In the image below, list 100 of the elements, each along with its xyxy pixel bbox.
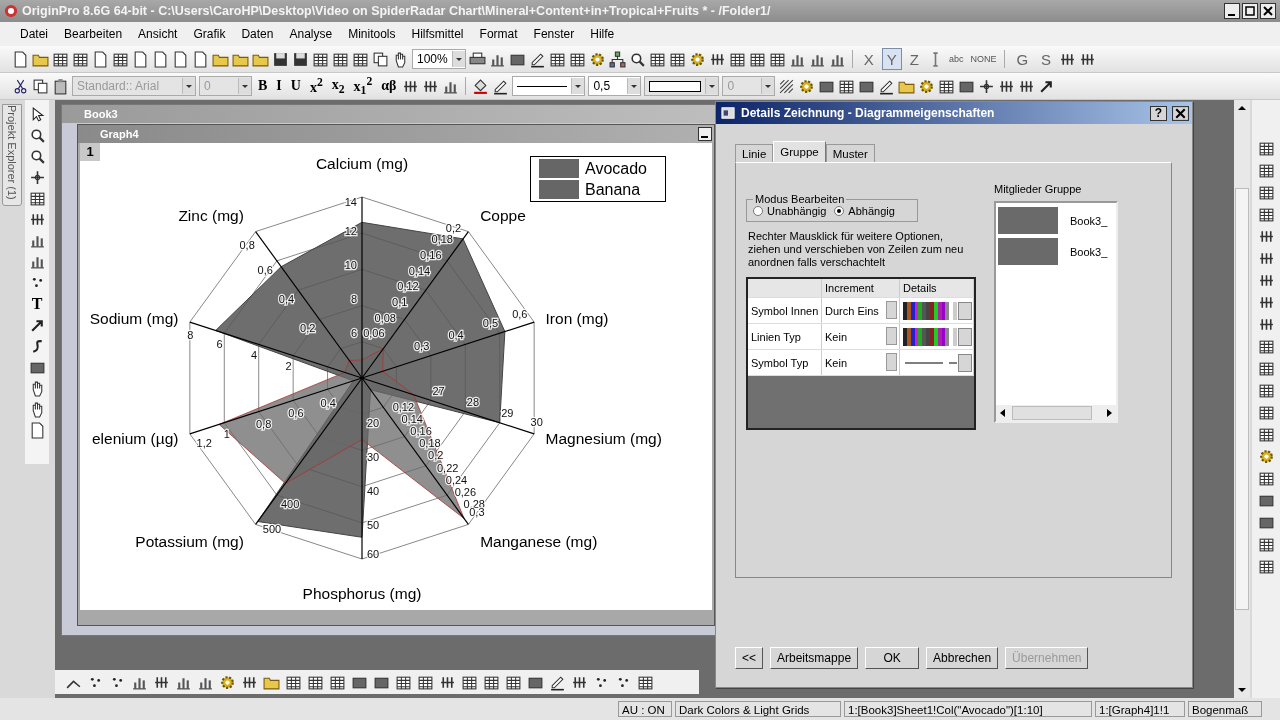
scissors-icon[interactable] <box>12 77 29 95</box>
table-icon[interactable] <box>28 190 46 207</box>
tree-icon[interactable] <box>608 50 626 68</box>
copy-icon[interactable] <box>32 77 49 95</box>
table-icon[interactable] <box>1257 184 1275 201</box>
format-button[interactable]: B <box>255 78 271 94</box>
menu-item[interactable]: Daten <box>233 27 282 41</box>
gear-icon[interactable] <box>588 50 606 68</box>
increment-dropdown[interactable]: Durch Eins <box>822 298 900 323</box>
fill-bucket-icon[interactable] <box>472 77 490 95</box>
browse-button[interactable] <box>958 301 972 320</box>
axis-button[interactable]: Y <box>881 48 902 70</box>
format-button[interactable]: x$^{2}$ <box>306 76 326 96</box>
group-button[interactable]: S <box>1036 48 1057 70</box>
text-tool[interactable]: T <box>31 295 43 313</box>
document-icon[interactable] <box>12 50 29 68</box>
dialog-button[interactable]: << <box>735 647 763 669</box>
table-icon[interactable] <box>1257 426 1275 443</box>
minimize-icon[interactable] <box>698 127 712 141</box>
bars-icon[interactable] <box>1257 316 1275 333</box>
gear-icon[interactable] <box>688 50 706 68</box>
zoom-dropdown[interactable]: 100% <box>412 49 466 69</box>
help-button[interactable]: ? <box>1150 105 1167 121</box>
radio-option[interactable]: Abhängig <box>834 205 895 217</box>
table-icon[interactable] <box>1257 558 1275 575</box>
pen-icon[interactable] <box>528 50 546 68</box>
gear-icon[interactable] <box>798 77 816 95</box>
menu-item[interactable]: Grafik <box>185 27 234 41</box>
clipboard-icon[interactable] <box>52 77 69 95</box>
table-icon[interactable] <box>1257 360 1275 377</box>
table-icon[interactable] <box>1257 338 1275 355</box>
scrollbar[interactable] <box>996 405 1116 421</box>
pen-icon[interactable] <box>878 77 896 95</box>
increment-dropdown[interactable]: Kein <box>822 324 900 349</box>
bars-icon[interactable] <box>1257 228 1275 245</box>
radio-option[interactable]: Unabhängig <box>753 205 827 217</box>
table-icon[interactable] <box>1257 140 1275 157</box>
group-button[interactable]: G <box>1011 48 1034 70</box>
menu-item[interactable]: Format <box>471 27 526 41</box>
copy-icon[interactable] <box>372 50 389 68</box>
tab[interactable]: Gruppe <box>773 141 826 162</box>
table-icon[interactable] <box>1257 206 1275 223</box>
document-icon[interactable] <box>192 50 209 68</box>
document-icon[interactable] <box>152 50 169 68</box>
label-button[interactable]: NONE <box>968 54 999 64</box>
menu-item[interactable]: Minitools <box>340 27 404 41</box>
pen-icon[interactable] <box>492 77 510 95</box>
format-button[interactable]: αβ <box>378 78 400 94</box>
table-icon[interactable] <box>1257 382 1275 399</box>
tab[interactable]: Linie <box>735 144 774 162</box>
border-dropdown[interactable] <box>644 76 720 96</box>
magnifier-icon[interactable] <box>28 127 46 144</box>
menu-item[interactable]: Hilfsmittel <box>403 27 472 41</box>
dialog-button[interactable]: Abbrechen <box>926 647 999 669</box>
close-icon[interactable] <box>1172 105 1189 121</box>
increment-dropdown[interactable]: Kein <box>822 350 900 375</box>
hatch-icon[interactable] <box>778 77 796 95</box>
bars-icon[interactable] <box>1257 272 1275 289</box>
menu-item[interactable]: Ansicht <box>130 27 186 41</box>
menu-item[interactable]: Analyse <box>281 27 341 41</box>
maximize-icon[interactable] <box>1242 3 1258 19</box>
menu-item[interactable]: Datei <box>12 27 56 41</box>
project-explorer-tab[interactable]: Projekt Explorer (1) <box>2 104 22 206</box>
crosshair-icon[interactable] <box>28 169 46 186</box>
format-button[interactable]: U <box>287 78 304 94</box>
minimize-icon[interactable] <box>1224 3 1240 19</box>
axis-button[interactable]: Z <box>904 48 924 70</box>
gear-icon[interactable] <box>918 77 936 95</box>
layer-label[interactable]: 1 <box>80 143 100 161</box>
magnifier-icon[interactable] <box>628 50 646 68</box>
bars-icon[interactable] <box>28 211 46 228</box>
browse-button[interactable] <box>958 327 972 346</box>
list-item[interactable]: Book3_ <box>1070 214 1108 227</box>
document-icon[interactable] <box>132 50 149 68</box>
scroll-thumb[interactable] <box>1235 188 1249 610</box>
scrollbar[interactable] <box>1234 100 1250 698</box>
table-icon[interactable] <box>1257 404 1275 421</box>
gear-icon[interactable] <box>1257 448 1275 465</box>
line-width-dropdown[interactable]: 0,5 <box>588 76 642 96</box>
pen-icon[interactable] <box>549 673 566 691</box>
format-button[interactable]: x$_{2}$ <box>328 76 348 96</box>
magnifier-icon[interactable] <box>28 148 46 165</box>
gear-icon[interactable] <box>219 673 236 691</box>
document-icon[interactable] <box>92 50 109 68</box>
table-icon[interactable] <box>1257 162 1275 179</box>
dialog-button[interactable]: OK <box>865 647 920 669</box>
line-style-dropdown[interactable] <box>512 76 586 96</box>
table-icon[interactable] <box>1257 470 1275 487</box>
tab[interactable]: Muster <box>825 144 875 162</box>
dialog-button[interactable]: Arbeitsmappe <box>770 647 859 669</box>
axis-button[interactable]: X <box>858 48 879 70</box>
label-button[interactable]: abc <box>946 54 966 64</box>
list-item[interactable]: Book3_ <box>1070 245 1108 258</box>
format-button[interactable]: I <box>273 78 285 94</box>
bars-icon[interactable] <box>1257 294 1275 311</box>
menu-item[interactable]: Bearbeiten <box>56 27 131 41</box>
table-icon[interactable] <box>1257 536 1275 553</box>
crosshair-icon[interactable] <box>978 77 996 95</box>
bars-icon[interactable] <box>1257 250 1275 267</box>
menu-item[interactable]: Fenster <box>525 27 583 41</box>
